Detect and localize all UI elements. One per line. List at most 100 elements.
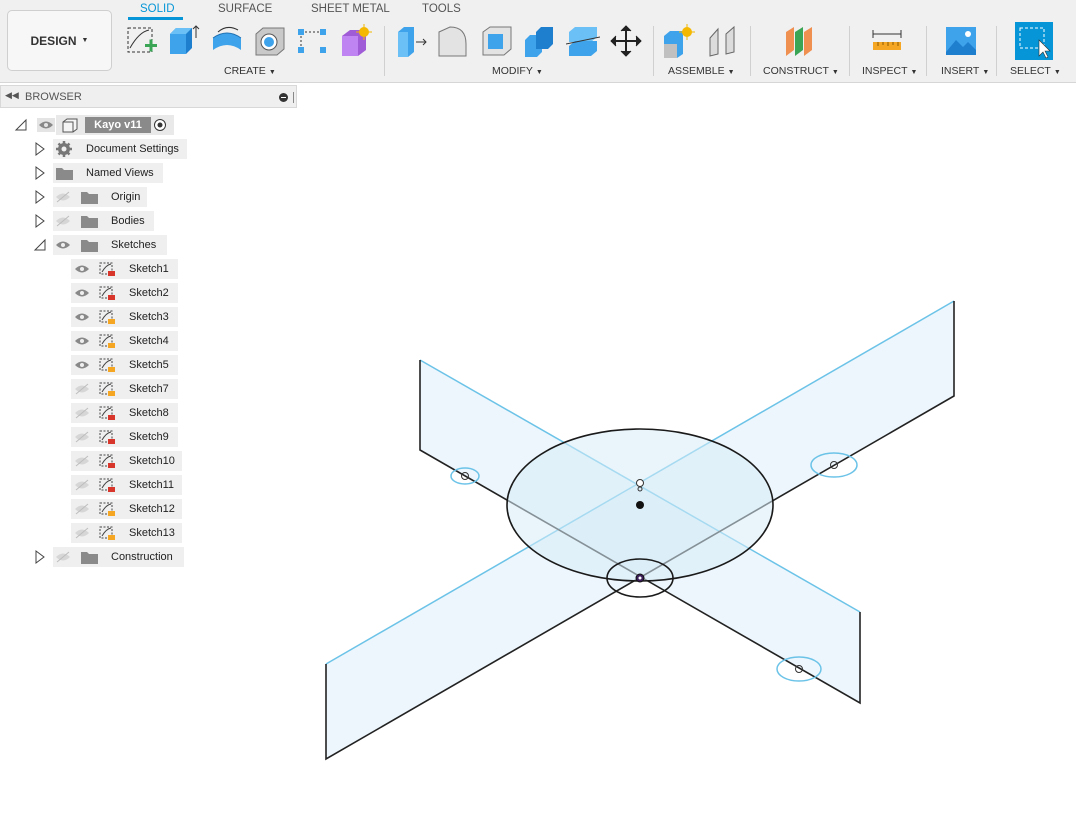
sketch-row[interactable]: Sketch7 [71, 379, 178, 399]
eye-hidden-icon[interactable] [54, 550, 72, 564]
eye-icon[interactable] [73, 262, 91, 276]
browser-item-sketches[interactable]: Sketches [53, 235, 167, 255]
eye-hidden-icon[interactable] [54, 214, 72, 228]
active-tab-indicator [128, 17, 183, 20]
eye-hidden-icon[interactable] [54, 190, 72, 204]
browser-item-origin[interactable]: Origin [53, 187, 147, 207]
browser-item-named-views[interactable]: Named Views [53, 163, 163, 183]
fillet-icon [438, 26, 467, 57]
design-workspace-button[interactable]: DESIGN ▼ [7, 10, 112, 71]
create-sketch-button[interactable] [125, 24, 159, 58]
new-component-button[interactable] [661, 24, 695, 58]
create-menu[interactable]: CREATE ▼ [224, 65, 276, 77]
chevron-down-icon: ▼ [268, 69, 276, 76]
new-component-icon [664, 24, 695, 58]
collapsed-triangle-icon[interactable] [33, 166, 47, 180]
sketch-label: Sketch10 [129, 455, 175, 467]
sketch-row[interactable]: Sketch2 [71, 283, 178, 303]
create-form-icon [342, 24, 372, 56]
combine-button[interactable] [522, 24, 556, 58]
assemble-menu[interactable]: ASSEMBLE ▼ [668, 65, 735, 77]
collapsed-triangle-icon[interactable] [33, 142, 47, 156]
sketch-row[interactable]: Sketch3 [71, 307, 178, 327]
folder-icon [81, 240, 98, 252]
browser-item-label: Document Settings [86, 143, 179, 155]
eye-icon[interactable] [37, 118, 55, 132]
chevron-down-icon: ▼ [910, 69, 918, 76]
eye-icon[interactable] [73, 286, 91, 300]
select-menu[interactable]: SELECT ▼ [1010, 65, 1061, 77]
folder-icon [81, 552, 98, 564]
inspect-menu[interactable]: INSPECT ▼ [862, 65, 917, 77]
pattern-icon [298, 29, 326, 53]
tab-tools[interactable]: TOOLS [422, 3, 461, 15]
press-pull-button[interactable] [394, 24, 428, 58]
folder-icon [56, 168, 73, 180]
sketch-icon [99, 526, 115, 540]
select-button[interactable] [1015, 22, 1053, 60]
joint-button[interactable] [706, 24, 740, 58]
sketch-row[interactable]: Sketch11 [71, 475, 182, 495]
eye-icon[interactable] [54, 238, 72, 252]
create-form-button[interactable] [338, 24, 372, 58]
tab-sheet-metal[interactable]: SHEET METAL [311, 3, 390, 15]
sketch-icon [99, 382, 115, 396]
extrude-button[interactable] [166, 24, 200, 58]
expanded-triangle-icon[interactable] [33, 238, 47, 252]
shell-button[interactable] [480, 24, 514, 58]
root-component-label[interactable]: Kayo v11 [85, 117, 151, 133]
insert-menu[interactable]: INSERT ▼ [941, 65, 989, 77]
eye-icon[interactable] [73, 334, 91, 348]
collapsed-triangle-icon[interactable] [33, 214, 47, 228]
sketch-row[interactable]: Sketch8 [71, 403, 178, 423]
eye-hidden-icon[interactable] [73, 502, 91, 516]
activate-radio-icon[interactable] [153, 118, 167, 132]
sketch-row[interactable]: Sketch1 [71, 259, 178, 279]
fillet-button[interactable] [436, 24, 470, 58]
eye-hidden-icon[interactable] [73, 430, 91, 444]
sketch-label: Sketch2 [129, 287, 169, 299]
construct-menu[interactable]: CONSTRUCT ▼ [763, 65, 839, 77]
sketch-row[interactable]: Sketch12 [71, 499, 182, 519]
sketch-icon [99, 502, 115, 516]
eye-hidden-icon[interactable] [73, 454, 91, 468]
eye-icon[interactable] [73, 358, 91, 372]
move-button[interactable] [609, 24, 643, 58]
expanded-triangle-icon[interactable] [14, 118, 28, 132]
pattern-button[interactable] [295, 24, 329, 58]
sketch-row[interactable]: Sketch10 [71, 451, 182, 471]
eye-hidden-icon[interactable] [73, 526, 91, 540]
eye-hidden-icon[interactable] [73, 406, 91, 420]
sketch-point[interactable] [636, 479, 644, 487]
split-body-button[interactable] [566, 24, 600, 58]
measure-icon [872, 30, 902, 50]
toolbar: DESIGN ▼ SOLID SURFACE SHEET METAL TOOLS… [0, 0, 1076, 83]
modify-menu[interactable]: MODIFY ▼ [492, 65, 543, 77]
browser-item-bodies[interactable]: Bodies [53, 211, 154, 231]
viewport-canvas[interactable] [300, 90, 1076, 826]
sketch-row[interactable]: Sketch5 [71, 355, 178, 375]
collapsed-triangle-icon[interactable] [33, 550, 47, 564]
sketch-icon [99, 454, 115, 468]
pin-icon[interactable] [293, 92, 294, 103]
browser-item-construction[interactable]: Construction [53, 547, 184, 567]
sketch-row[interactable]: Sketch9 [71, 427, 178, 447]
sketch-row[interactable]: Sketch13 [71, 523, 182, 543]
eye-hidden-icon[interactable] [73, 478, 91, 492]
sketch-row[interactable]: Sketch4 [71, 331, 178, 351]
tab-solid[interactable]: SOLID [140, 3, 175, 15]
revolve-button[interactable] [210, 24, 244, 58]
eye-icon[interactable] [73, 310, 91, 324]
insert-image-button[interactable] [944, 24, 978, 58]
measure-button[interactable] [870, 24, 904, 58]
offset-plane-button[interactable] [782, 24, 816, 58]
hole-button[interactable] [253, 24, 287, 58]
collapsed-triangle-icon[interactable] [33, 190, 47, 204]
origin-point[interactable] [636, 501, 644, 509]
sketch-icon [99, 334, 115, 348]
browser-item-document-settings[interactable]: Document Settings [53, 139, 187, 159]
tab-surface[interactable]: SURFACE [218, 3, 272, 15]
eye-hidden-icon[interactable] [73, 382, 91, 396]
collapse-browser-icon[interactable]: ◀◀ [5, 90, 19, 101]
minimize-icon[interactable] [279, 93, 288, 102]
